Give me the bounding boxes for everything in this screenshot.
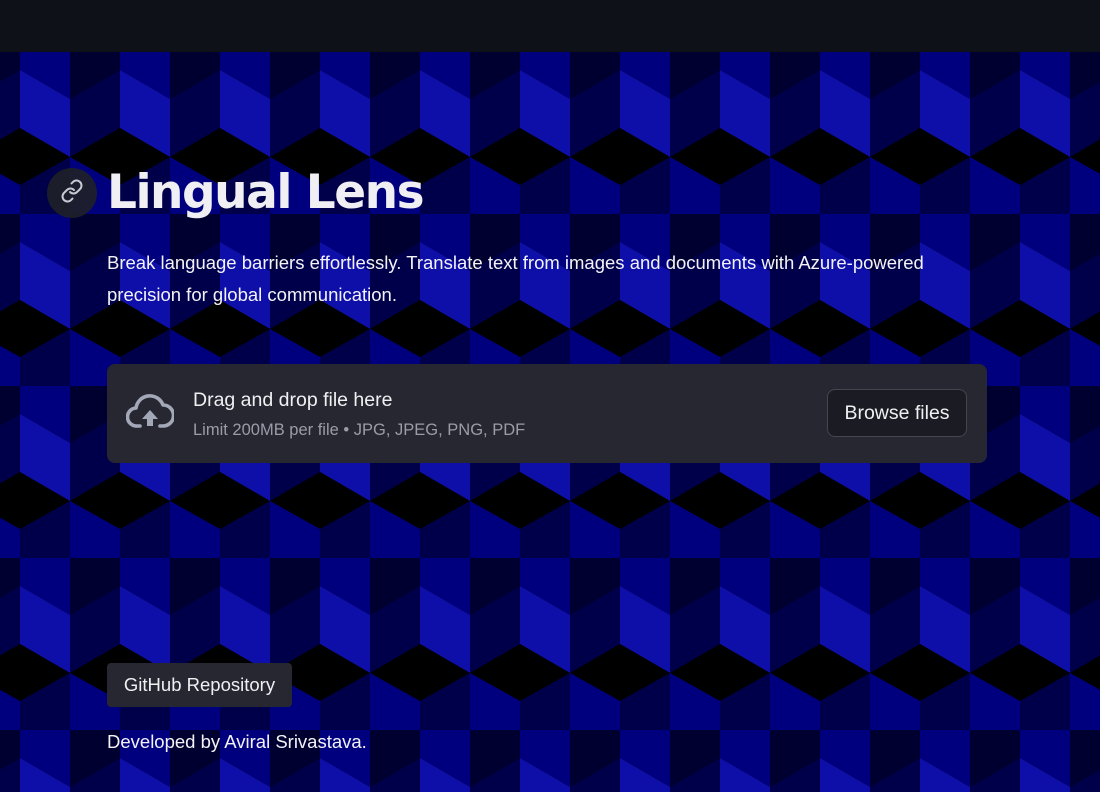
link-icon bbox=[60, 179, 84, 208]
github-repository-button[interactable]: GitHub Repository bbox=[107, 663, 292, 707]
page-description: Break language barriers effortlessly. Tr… bbox=[107, 252, 924, 305]
dropzone-file-limit: Limit 200MB per file • JPG, JPEG, PNG, P… bbox=[193, 421, 526, 439]
dropzone-instructions: Drag and drop file here bbox=[193, 389, 393, 411]
page-title: Lingual Lens bbox=[107, 165, 425, 220]
browse-files-button[interactable]: Browse files bbox=[827, 389, 967, 437]
developer-credit: Developed by Aviral Srivastava. bbox=[107, 731, 367, 752]
file-uploader-dropzone[interactable]: Drag and drop file here Limit 200MB per … bbox=[107, 364, 987, 463]
cloud-upload-icon bbox=[125, 393, 176, 433]
top-header-bar bbox=[0, 0, 1100, 52]
header-anchor-link[interactable] bbox=[47, 168, 97, 218]
